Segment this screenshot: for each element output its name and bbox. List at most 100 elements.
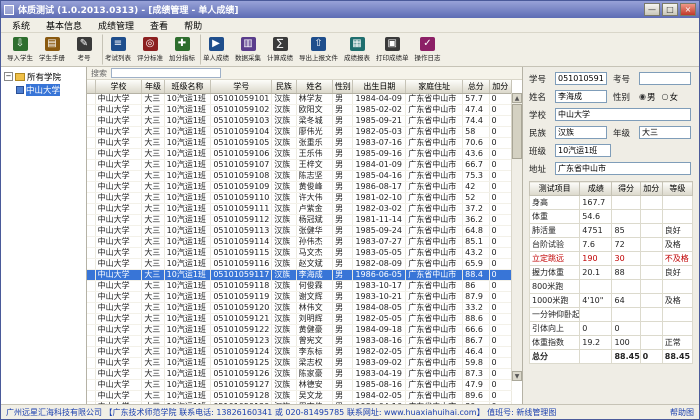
cell[interactable]: 大三	[142, 93, 164, 104]
cell[interactable]	[87, 137, 95, 148]
cell[interactable]: 0	[489, 192, 511, 203]
cell[interactable]: 汉族	[272, 137, 296, 148]
column-header[interactable]: 学校	[95, 80, 142, 93]
cell[interactable]: 1984-04-09	[353, 93, 406, 104]
cell[interactable]: 中山大学	[95, 115, 142, 126]
address-field[interactable]	[555, 162, 691, 175]
cell[interactable]: 广东省中山市	[406, 280, 463, 291]
cell[interactable]: 87.3	[463, 368, 489, 379]
cell[interactable]: 梁冬城	[296, 115, 333, 126]
cell[interactable]: 0	[489, 269, 511, 280]
cell[interactable]: 中山大学	[95, 236, 142, 247]
cell[interactable]: 0	[489, 170, 511, 181]
cell[interactable]	[87, 291, 95, 302]
cell[interactable]: 汉族	[272, 291, 296, 302]
cell[interactable]: 大三	[142, 203, 164, 214]
student-book-button[interactable]: ▤学生手册	[36, 34, 68, 65]
table-row[interactable]: 中山大学大三10汽运1班05101059107汉族王梓文男1984-01-09广…	[87, 159, 512, 170]
cell[interactable]: 中山大学	[95, 104, 142, 115]
cell[interactable]: 0	[489, 247, 511, 258]
cell[interactable]: 广东省中山市	[406, 379, 463, 390]
column-header[interactable]: 姓名	[296, 80, 333, 93]
cell[interactable]: 10汽运1班	[164, 159, 211, 170]
cell[interactable]	[87, 269, 95, 280]
cell[interactable]: 中山大学	[95, 324, 142, 335]
cell[interactable]: 男	[333, 170, 353, 181]
operation-log-button[interactable]: ✓操作日志	[412, 34, 444, 65]
cell[interactable]: 广东省中山市	[406, 104, 463, 115]
table-row[interactable]: 中山大学大三10汽运1班05101059120汉族林伟文男1984-08-05广…	[87, 302, 512, 313]
cell[interactable]: 男	[333, 390, 353, 401]
cell[interactable]: 0	[489, 291, 511, 302]
cell[interactable]: 1985-09-24	[353, 225, 406, 236]
column-header[interactable]: 班级名称	[164, 80, 211, 93]
cell[interactable]: 1983-07-16	[353, 137, 406, 148]
cell[interactable]: 10汽运1班	[164, 291, 211, 302]
cell[interactable]: 0	[489, 335, 511, 346]
cell[interactable]: 05101059116	[211, 258, 272, 269]
cell[interactable]: 广东省中山市	[406, 269, 463, 280]
table-row[interactable]: 中山大学大三10汽运1班05101059113汉族张健华男1985-09-24广…	[87, 225, 512, 236]
cell[interactable]: 汉族	[272, 93, 296, 104]
table-row[interactable]: 中山大学大三10汽运1班05101059111汉族卢紫金男1982-03-02广…	[87, 203, 512, 214]
cell[interactable]: 吴文龙	[296, 390, 333, 401]
cell[interactable]: 1982-08-09	[353, 258, 406, 269]
cell[interactable]: 1985-09-16	[353, 148, 406, 159]
cell[interactable]: 广东省中山市	[406, 324, 463, 335]
cell[interactable]: 75.3	[463, 170, 489, 181]
score-standard-button[interactable]: ◎评分标准	[134, 34, 166, 65]
column-header[interactable]: 年级	[142, 80, 164, 93]
cell[interactable]: 10汽运1班	[164, 269, 211, 280]
vertical-scrollbar[interactable]: ▲ ▼	[511, 93, 522, 381]
cell[interactable]: 许大伟	[296, 192, 333, 203]
cell[interactable]: 大三	[142, 313, 164, 324]
cell[interactable]: 89.6	[463, 390, 489, 401]
table-row[interactable]: 中山大学大三10汽运1班05101059101汉族林学友男1984-04-09广…	[87, 93, 512, 104]
cell[interactable]: 10汽运1班	[164, 236, 211, 247]
cell[interactable]: 刘明辉	[296, 313, 333, 324]
cell[interactable]: 1983-08-16	[353, 335, 406, 346]
cell[interactable]: 男	[333, 115, 353, 126]
cell[interactable]: 0	[489, 324, 511, 335]
name-field[interactable]	[555, 90, 607, 103]
cell[interactable]: 大三	[142, 258, 164, 269]
cell[interactable]: 广东省中山市	[406, 335, 463, 346]
cell[interactable]: 中山大学	[95, 346, 142, 357]
cell[interactable]: 汉族	[272, 302, 296, 313]
table-row[interactable]: 中山大学大三10汽运1班05101059112汉族杨冠斌男1981-11-14广…	[87, 214, 512, 225]
cell[interactable]: 37.2	[463, 203, 489, 214]
export-report-button[interactable]: ⇧导出上报文件	[296, 34, 341, 65]
table-row[interactable]: 中山大学大三10汽运1班05101059105汉族张重乐男1983-07-16广…	[87, 137, 512, 148]
cell[interactable]: 大三	[142, 104, 164, 115]
cell[interactable]: 男	[333, 335, 353, 346]
score-report-button[interactable]: ▦成绩报表	[341, 34, 373, 65]
cell[interactable]: 大三	[142, 148, 164, 159]
cell[interactable]: 1984-01-09	[353, 159, 406, 170]
cell[interactable]: 0	[489, 258, 511, 269]
cell[interactable]: 男	[333, 346, 353, 357]
table-row[interactable]: 中山大学大三10汽运1班05101059117汉族李海成男1986-06-05广…	[87, 269, 512, 280]
cell[interactable]: 66.6	[463, 324, 489, 335]
cell[interactable]: 0	[489, 346, 511, 357]
cell[interactable]: 男	[333, 269, 353, 280]
table-row[interactable]: 中山大学大三10汽运1班05101059115汉族马文杰男1983-05-05广…	[87, 247, 512, 258]
cell[interactable]: 05101059128	[211, 390, 272, 401]
cell[interactable]: 汉族	[272, 335, 296, 346]
table-row[interactable]: 中山大学大三10汽运1班05101059125汉族梁志权男1983-09-02广…	[87, 357, 512, 368]
table-row[interactable]: 中山大学大三10汽运1班05101059116汉族赵文斌男1982-08-09广…	[87, 258, 512, 269]
table-row[interactable]: 中山大学大三10汽运1班05101059109汉族黄俊峰男1986-08-17广…	[87, 181, 512, 192]
cell[interactable]	[87, 302, 95, 313]
cell[interactable]: 男	[333, 368, 353, 379]
cell[interactable]: 0	[489, 203, 511, 214]
table-row[interactable]: 中山大学大三10汽运1班05101059124汉族李东标男1982-02-05广…	[87, 346, 512, 357]
cell[interactable]: 梁志权	[296, 357, 333, 368]
cell[interactable]: 1983-10-17	[353, 280, 406, 291]
cell[interactable]: 大三	[142, 390, 164, 401]
cell[interactable]: 林德安	[296, 379, 333, 390]
table-row[interactable]: 中山大学大三10汽运1班05101059126汉族陈家豪男1983-04-19广…	[87, 368, 512, 379]
cell[interactable]: 05101059101	[211, 93, 272, 104]
cell[interactable]: 黄俊峰	[296, 181, 333, 192]
cell[interactable]: 86.7	[463, 335, 489, 346]
cell[interactable]: 男	[333, 214, 353, 225]
cell[interactable]: 05101059104	[211, 126, 272, 137]
